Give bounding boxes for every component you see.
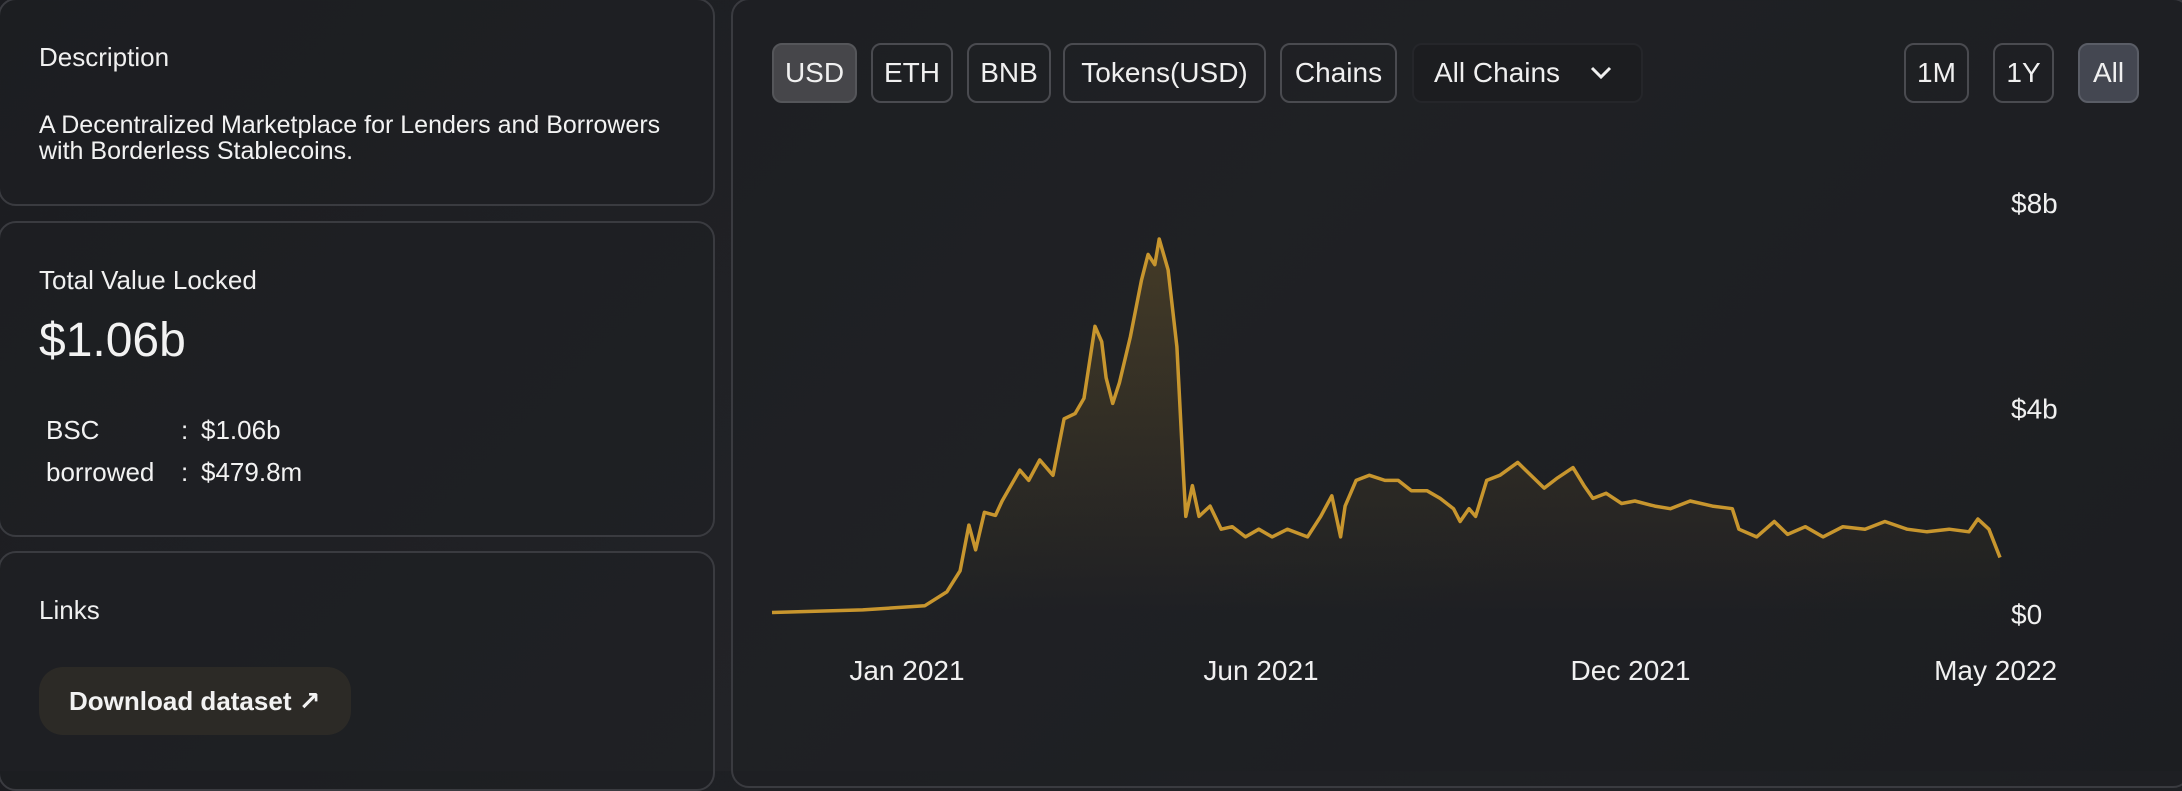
eth-button[interactable]: ETH xyxy=(871,43,953,103)
breakdown-label: borrowed xyxy=(46,457,155,487)
tvl-breakdown-row: BSC: $1.06b xyxy=(46,415,281,446)
range-all-button[interactable]: All xyxy=(2078,43,2139,103)
links-card: Links Download dataset ↗ xyxy=(0,551,715,791)
tvl-card: Total Value Locked $1.06b BSC: $1.06b bor… xyxy=(0,221,715,537)
description-title: Description xyxy=(39,42,170,72)
tvl-breakdown-row: borrowed: $479.8m xyxy=(46,457,302,488)
usd-button[interactable]: USD xyxy=(772,43,857,103)
tvl-title: Total Value Locked xyxy=(39,265,257,295)
download-dataset-button[interactable]: Download dataset ↗ xyxy=(39,667,351,735)
chevron-down-icon xyxy=(1590,66,1612,80)
description-card: Description A Decentralized Marketplace … xyxy=(0,0,715,206)
description-text: A Decentralized Marketplace for Lenders … xyxy=(39,111,661,165)
breakdown-sep: : xyxy=(181,457,189,487)
links-title: Links xyxy=(39,595,100,625)
arrow-up-right-icon: ↗ xyxy=(298,686,321,716)
chains-button[interactable]: Chains xyxy=(1280,43,1397,103)
bnb-button[interactable]: BNB xyxy=(967,43,1051,103)
breakdown-value: $1.06b xyxy=(201,415,281,445)
range-1m-button[interactable]: 1M xyxy=(1904,43,1969,103)
download-label: Download dataset xyxy=(69,686,292,716)
breakdown-label: BSC xyxy=(46,415,100,445)
tokens-usd-button[interactable]: Tokens(USD) xyxy=(1063,43,1266,103)
chart-panel xyxy=(731,0,2182,788)
breakdown-sep: : xyxy=(181,415,189,445)
breakdown-value: $479.8m xyxy=(201,457,303,487)
range-1y-button[interactable]: 1Y xyxy=(1993,43,2054,103)
tvl-value: $1.06b xyxy=(39,314,186,367)
chain-select-value: All Chains xyxy=(1434,57,1561,88)
chain-select[interactable]: All Chains xyxy=(1412,43,1643,103)
